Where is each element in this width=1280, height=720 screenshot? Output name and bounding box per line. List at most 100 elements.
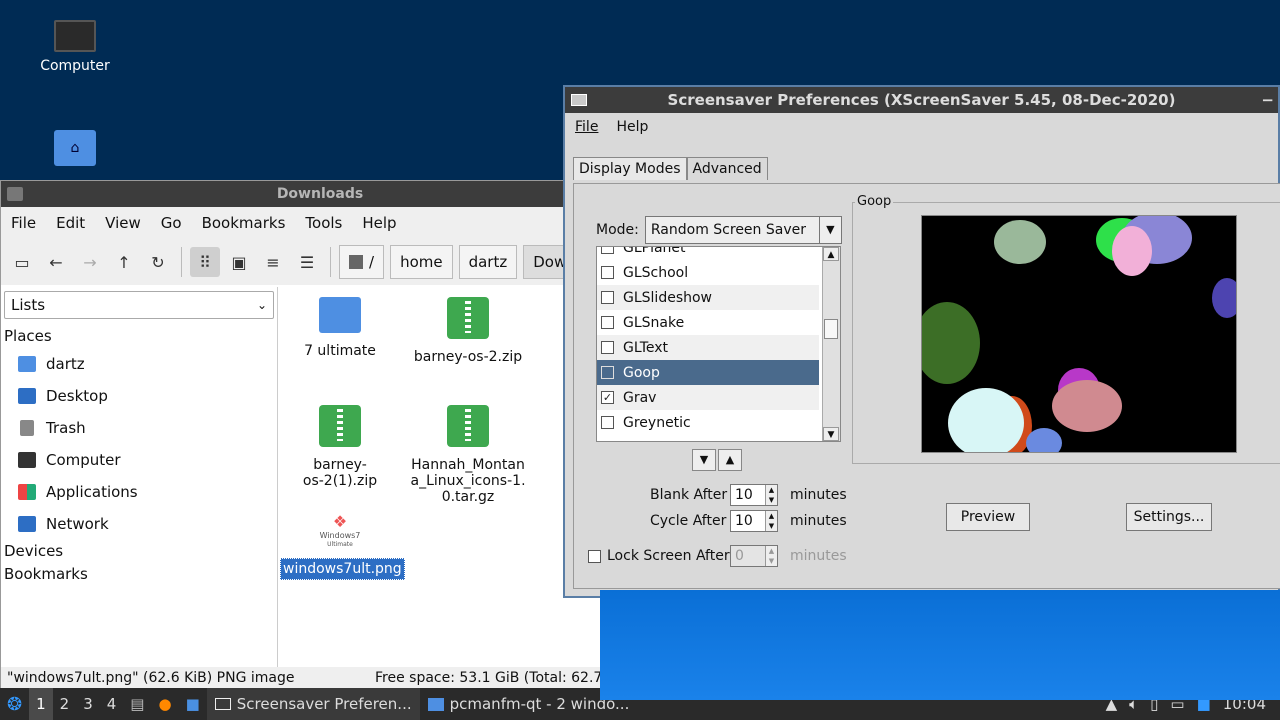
list-item-selected[interactable]: Goop	[597, 360, 819, 385]
checkbox[interactable]	[601, 247, 614, 254]
settings-button[interactable]: Settings...	[1126, 503, 1212, 531]
file-item[interactable]: Hannah_Montan a_Linux_icons-1. 0.tar.gz	[408, 405, 528, 505]
sidebar-item-applications[interactable]: Applications	[1, 476, 277, 508]
forward-icon[interactable]: →	[75, 247, 105, 277]
ss-menu-help[interactable]: Help	[608, 119, 656, 135]
list-scrollbar[interactable]: ▲ ▼	[822, 247, 840, 441]
checkbox[interactable]	[601, 316, 614, 329]
back-icon[interactable]: ←	[41, 247, 71, 277]
file-item-selected[interactable]: ❖ Windows7 Ultimate windows7ult.png	[280, 513, 405, 580]
move-down-button[interactable]: ▼	[692, 449, 716, 471]
menu-tools[interactable]: Tools	[295, 214, 352, 232]
preview-button[interactable]: Preview	[946, 503, 1030, 531]
start-menu-icon[interactable]: ❂	[0, 694, 29, 715]
ss-tabs: Display Modes Advanced	[573, 157, 768, 180]
firefox-icon[interactable]: ●	[151, 695, 178, 713]
show-desktop-icon[interactable]: ■	[179, 695, 207, 713]
blank-after-label: Blank After	[650, 487, 728, 503]
compact-view-icon[interactable]: ≡	[258, 247, 288, 277]
devices-header[interactable]: Devices	[1, 540, 277, 563]
volume-icon[interactable]: 🔈︎	[1129, 695, 1138, 713]
breadcrumb-root-label: /	[369, 253, 375, 271]
sidebar-item-network[interactable]: Network	[1, 508, 277, 540]
blank-after-spinner[interactable]: 10 ▲ ▼	[730, 484, 778, 506]
task-screensaver[interactable]: Screensaver Preferen...	[206, 688, 420, 720]
file-manager-launcher-icon[interactable]: ▤	[123, 695, 151, 713]
desktop-icon-computer[interactable]: Computer	[25, 20, 125, 74]
list-item[interactable]: GLPlanet	[597, 247, 819, 260]
tab-advanced[interactable]: Advanced	[686, 157, 768, 180]
list-item[interactable]: GLSchool	[597, 260, 819, 285]
checkbox[interactable]	[601, 266, 614, 279]
sidebar-item-desktop[interactable]: Desktop	[1, 380, 277, 412]
menu-view[interactable]: View	[95, 214, 151, 232]
scroll-thumb[interactable]	[824, 319, 838, 339]
menu-help[interactable]: Help	[352, 214, 406, 232]
display-icon[interactable]: ▭	[1170, 695, 1184, 713]
cycle-after-spinner[interactable]: 10 ▲ ▼	[730, 510, 778, 532]
list-item[interactable]: GLSlideshow	[597, 285, 819, 310]
update-icon[interactable]: ■	[1197, 695, 1211, 713]
thumbnail-view-icon[interactable]: ▣	[224, 247, 254, 277]
sidebar-item-computer[interactable]: Computer	[1, 444, 277, 476]
workspace-4[interactable]: 4	[100, 695, 124, 713]
breadcrumb-root[interactable]: /	[339, 245, 385, 279]
bookmarks-header[interactable]: Bookmarks	[1, 563, 277, 586]
sidebar-item-label: Applications	[46, 483, 138, 501]
checkbox[interactable]	[601, 341, 614, 354]
checkbox[interactable]	[601, 366, 614, 379]
workspace-1[interactable]: 1	[29, 688, 53, 720]
scroll-down-icon[interactable]: ▼	[823, 427, 839, 441]
monitor-icon	[54, 20, 96, 52]
scroll-up-icon[interactable]: ▲	[823, 247, 839, 261]
file-item[interactable]: barney- os-2(1).zip	[280, 405, 400, 489]
lock-screen-spinner[interactable]: 0 ▲ ▼	[730, 545, 778, 567]
file-item[interactable]: barney-os-2.zip	[408, 297, 528, 365]
checkbox[interactable]	[601, 416, 614, 429]
fm-titlebar[interactable]: Downloads	[1, 181, 639, 207]
mode-select[interactable]: Random Screen Saver ▼	[644, 216, 842, 244]
list-item[interactable]: GLSnake	[597, 310, 819, 335]
sidebar-item-trash[interactable]: Trash	[1, 412, 277, 444]
detail-view-icon[interactable]: ☰	[292, 247, 322, 277]
menu-go[interactable]: Go	[151, 214, 192, 232]
file-item-label-line: barney-	[313, 457, 367, 473]
menu-bookmarks[interactable]: Bookmarks	[192, 214, 296, 232]
move-up-button[interactable]: ▲	[718, 449, 742, 471]
minimize-icon[interactable]: −	[1261, 87, 1274, 113]
checkbox-checked[interactable]: ✓	[601, 391, 614, 404]
ss-titlebar[interactable]: Screensaver Preferences (XScreenSaver 5.…	[565, 87, 1278, 113]
file-item[interactable]: 7 ultimate	[280, 297, 400, 359]
list-item[interactable]: ✓ Grav	[597, 385, 819, 410]
spinner-arrows-icon[interactable]: ▲ ▼	[765, 511, 777, 531]
workspace-3[interactable]: 3	[76, 695, 100, 713]
places-header[interactable]: Places	[1, 325, 277, 348]
file-manager-window: Downloads File Edit View Go Bookmarks To…	[0, 180, 640, 690]
reload-icon[interactable]: ↻	[143, 247, 173, 277]
clipboard-icon[interactable]: ▯	[1150, 695, 1158, 713]
side-pane-mode-select[interactable]: Lists ⌄	[4, 291, 274, 319]
file-item-label: barney-os-2.zip	[413, 349, 523, 365]
tray-arrow-icon[interactable]: ▲	[1106, 695, 1118, 713]
list-item[interactable]: GLText	[597, 335, 819, 360]
new-tab-icon[interactable]: ▭	[7, 247, 37, 277]
breadcrumb-home[interactable]: home	[390, 245, 453, 279]
desktop-icon-home[interactable]: ⌂	[25, 130, 125, 172]
list-item[interactable]: Greynetic	[597, 410, 819, 435]
menu-file[interactable]: File	[1, 214, 46, 232]
tab-display-modes[interactable]: Display Modes	[573, 157, 687, 180]
workspace-2[interactable]: 2	[53, 695, 77, 713]
breadcrumb-dartz[interactable]: dartz	[458, 245, 518, 279]
icon-view-icon[interactable]: ⠿	[190, 247, 220, 277]
menu-edit[interactable]: Edit	[46, 214, 95, 232]
sidebar-item-dartz[interactable]: dartz	[1, 348, 277, 380]
checkbox[interactable]	[601, 291, 614, 304]
up-icon[interactable]: ↑	[109, 247, 139, 277]
spinner-arrows-icon[interactable]: ▲ ▼	[765, 546, 777, 566]
ss-menu-file[interactable]: File	[567, 119, 606, 135]
list-item-label: GLSlideshow	[623, 289, 712, 306]
spinner-arrows-icon[interactable]: ▲ ▼	[765, 485, 777, 505]
task-pcmanfm[interactable]: pcmanfm-qt - 2 windo...	[420, 688, 638, 720]
lock-screen-checkbox[interactable]	[588, 550, 601, 563]
clock[interactable]: 10:04	[1223, 695, 1266, 713]
